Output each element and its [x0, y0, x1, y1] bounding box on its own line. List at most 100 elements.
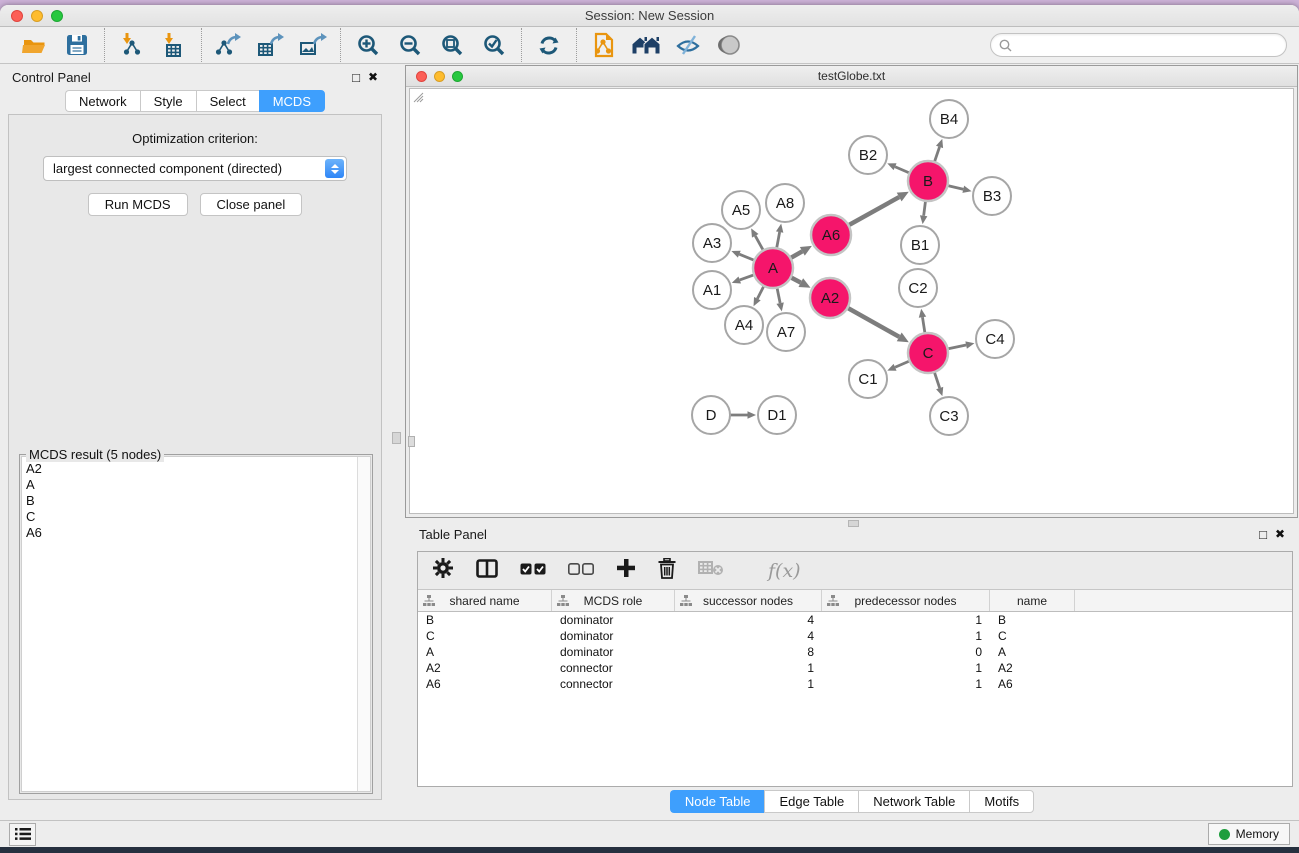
canvas-splitter-handle[interactable]	[408, 436, 415, 447]
table-row[interactable]: Adominator80A	[418, 644, 1292, 660]
criterion-dropdown[interactable]: largest connected component (directed)	[43, 156, 347, 181]
network-overview-button[interactable]	[586, 30, 622, 60]
graph-node-D1[interactable]: D1	[758, 396, 796, 434]
zoom-out-button[interactable]	[392, 30, 428, 60]
zoom-fit-button[interactable]	[434, 30, 470, 60]
close-panel-button[interactable]: Close panel	[200, 193, 303, 216]
table-row[interactable]: Bdominator41B	[418, 612, 1292, 628]
graph-node-A8[interactable]: A8	[766, 184, 804, 222]
graph-node-A7[interactable]: A7	[767, 313, 805, 351]
window-title: Session: New Session	[0, 8, 1299, 23]
delete-column-button[interactable]	[658, 558, 676, 584]
split-panel-button[interactable]	[476, 559, 498, 583]
float-panel-icon[interactable]: □	[352, 71, 360, 84]
memory-button[interactable]: Memory	[1208, 823, 1290, 845]
graph-node-D[interactable]: D	[692, 396, 730, 434]
tab-select[interactable]: Select	[196, 90, 259, 112]
node-label: A5	[732, 202, 750, 219]
table-cell: 1	[822, 629, 990, 643]
select-all-button[interactable]	[520, 562, 546, 580]
mcds-result-item[interactable]: A6	[26, 525, 357, 541]
mcds-result-item[interactable]: B	[26, 493, 357, 509]
add-column-button[interactable]	[616, 558, 636, 583]
column-header-shared-name[interactable]: shared name	[418, 590, 552, 611]
hide-details-button[interactable]	[670, 30, 706, 60]
column-header-predecessor-nodes[interactable]: predecessor nodes	[822, 590, 990, 611]
refresh-icon	[537, 34, 561, 57]
tab-edge-table[interactable]: Edge Table	[764, 790, 858, 813]
table-row[interactable]: A6connector11A6	[418, 676, 1292, 692]
tab-style[interactable]: Style	[140, 90, 196, 112]
tab-mcds[interactable]: MCDS	[259, 90, 325, 112]
mcds-result-item[interactable]: C	[26, 509, 357, 525]
float-table-panel-icon[interactable]: □	[1259, 528, 1267, 541]
graph-node-B2[interactable]: B2	[849, 136, 887, 174]
graph-node-A4[interactable]: A4	[725, 306, 763, 344]
graph-node-A5[interactable]: A5	[722, 191, 760, 229]
node-table: shared nameMCDS rolesuccessor nodesprede…	[418, 590, 1292, 786]
vertical-splitter-handle[interactable]	[392, 432, 401, 444]
tab-network-table[interactable]: Network Table	[858, 790, 969, 813]
close-panel-icon[interactable]: ✖	[368, 71, 378, 83]
graph-node-C[interactable]: C	[908, 333, 948, 373]
search-input[interactable]	[1017, 38, 1278, 53]
export-table-button[interactable]	[253, 30, 289, 60]
node-label: A4	[735, 317, 753, 334]
mcds-result-item[interactable]: A	[26, 477, 357, 493]
deselect-all-button[interactable]	[568, 562, 594, 580]
home-button[interactable]	[628, 30, 664, 60]
function-builder-button[interactable]: f(x)	[768, 560, 801, 582]
vertical-splitter[interactable]	[390, 64, 405, 820]
tab-motifs[interactable]: Motifs	[969, 790, 1034, 813]
graph-node-C4[interactable]: C4	[976, 320, 1014, 358]
graph-node-A2[interactable]: A2	[810, 278, 850, 318]
graph-node-A6[interactable]: A6	[811, 215, 851, 255]
zoom-in-button[interactable]	[350, 30, 386, 60]
table-settings-button[interactable]	[432, 557, 454, 584]
tab-node-table[interactable]: Node Table	[670, 790, 765, 813]
control-panel-title: Control Panel	[12, 70, 91, 85]
table-row[interactable]: A2connector11A2	[418, 660, 1292, 676]
close-table-panel-icon[interactable]: ✖	[1275, 528, 1285, 540]
import-table-button[interactable]	[156, 30, 192, 60]
graph-node-B4[interactable]: B4	[930, 100, 968, 138]
graph-node-C2[interactable]: C2	[899, 269, 937, 307]
mcds-result-scrollbar[interactable]	[357, 457, 370, 791]
graph-node-C3[interactable]: C3	[930, 397, 968, 435]
apply-layout-button[interactable]	[531, 30, 567, 60]
resize-grip-icon[interactable]	[410, 89, 424, 103]
graph-node-B3[interactable]: B3	[973, 177, 1011, 215]
network-canvas[interactable]: B4 B2 B B3 A5 A8A6 A3 A B1 A1 C2 A2 A4 A7 C4 C C1 C3 D D1	[409, 88, 1294, 514]
graph-node-B1[interactable]: B1	[901, 226, 939, 264]
graph-node-A3[interactable]: A3	[693, 224, 731, 262]
network-window-titlebar: testGlobe.txt	[406, 66, 1297, 87]
export-image-button[interactable]	[295, 30, 331, 60]
show-details-button[interactable]	[712, 30, 748, 60]
mcds-result-title: MCDS result (5 nodes)	[26, 447, 164, 462]
column-header-MCDS-role[interactable]: MCDS role	[552, 590, 675, 611]
mcds-result-item[interactable]: A2	[26, 461, 357, 477]
toolbar-group	[8, 30, 104, 60]
search-box[interactable]	[990, 33, 1287, 57]
control-panel: Control Panel □ ✖ NetworkStyleSelectMCDS…	[0, 64, 390, 820]
task-history-button[interactable]	[9, 823, 36, 846]
eye-icon	[718, 33, 742, 57]
export-network-button[interactable]	[211, 30, 247, 60]
import-network-button[interactable]	[114, 30, 150, 60]
control-panel-header: Control Panel □ ✖	[0, 64, 390, 90]
graph-node-A[interactable]: A	[753, 248, 793, 288]
table-container: f(x) shared nameMCDS rolesuccessor nodes…	[417, 551, 1293, 787]
open-file-button[interactable]	[17, 30, 53, 60]
desktop-strip	[0, 847, 1299, 853]
graph-node-A1[interactable]: A1	[693, 271, 731, 309]
column-header-name[interactable]: name	[990, 590, 1075, 611]
save-session-button[interactable]	[59, 30, 95, 60]
column-header-successor-nodes[interactable]: successor nodes	[675, 590, 822, 611]
graph-node-C1[interactable]: C1	[849, 360, 887, 398]
graph-node-B[interactable]: B	[908, 161, 948, 201]
table-row[interactable]: Cdominator41C	[418, 628, 1292, 644]
search-icon	[999, 39, 1012, 52]
zoom-selected-button[interactable]	[476, 30, 512, 60]
run-mcds-button[interactable]: Run MCDS	[88, 193, 188, 216]
tab-network[interactable]: Network	[65, 90, 140, 112]
